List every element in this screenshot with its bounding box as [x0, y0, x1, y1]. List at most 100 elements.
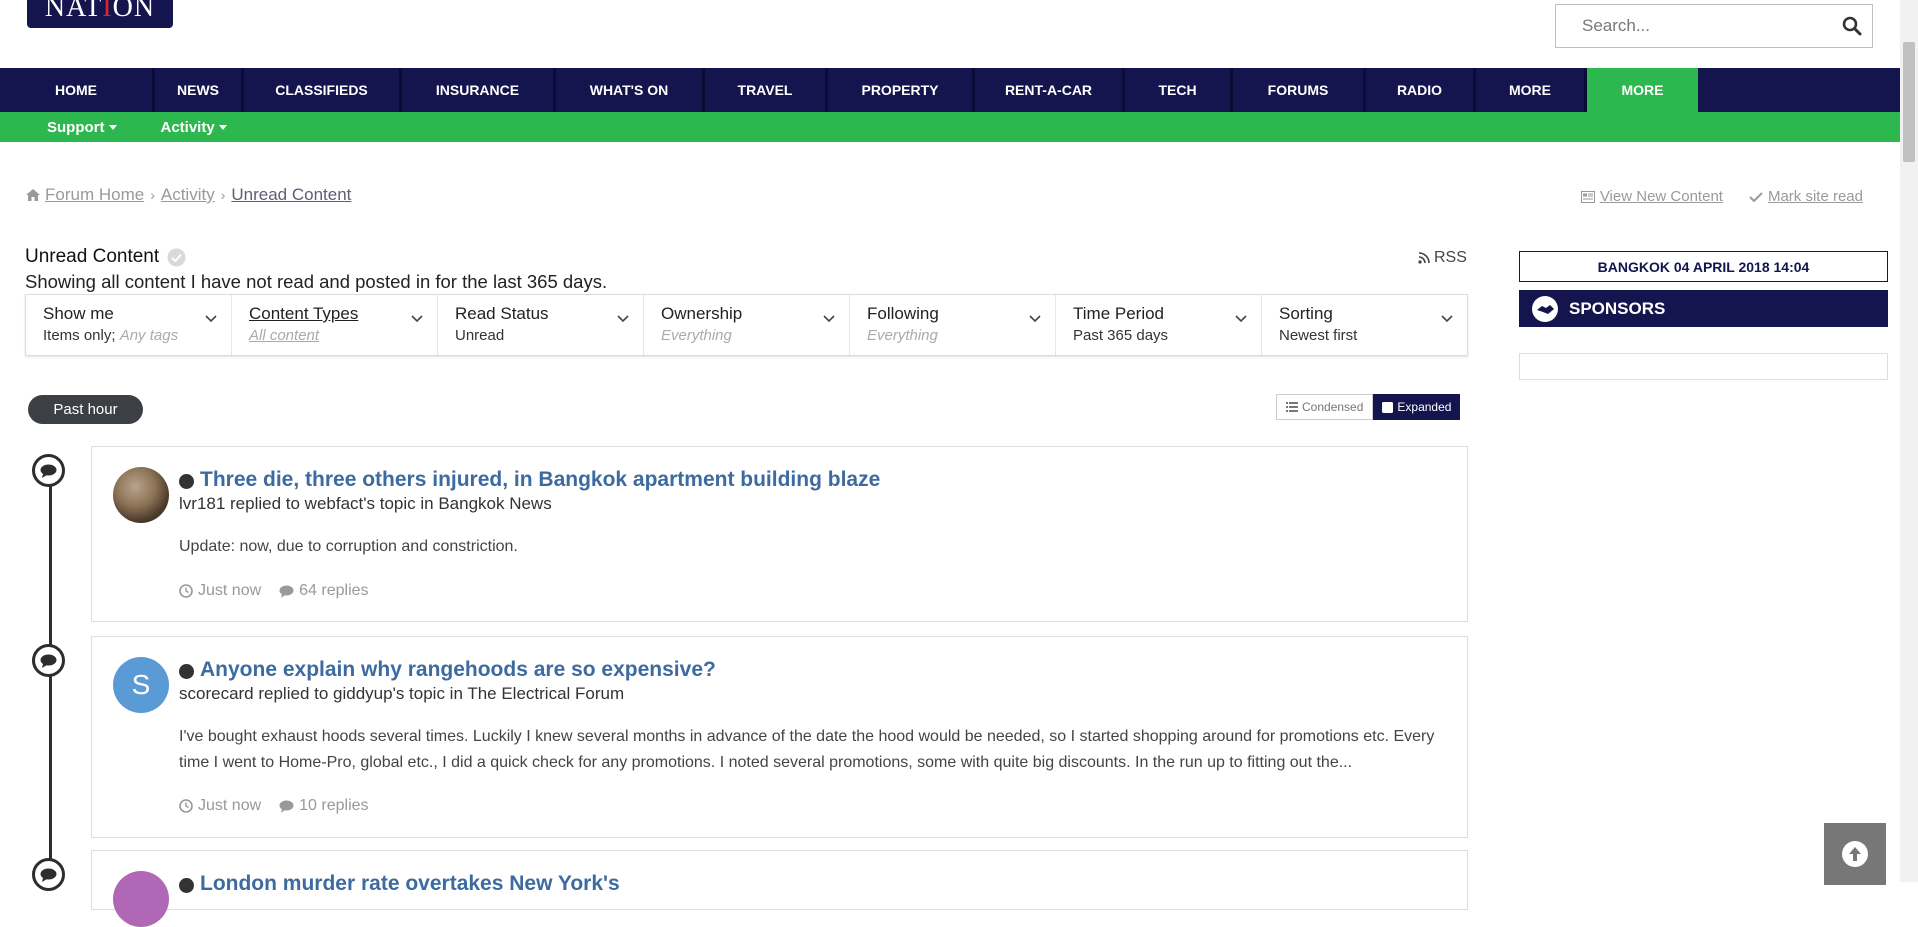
- nav-item-property[interactable]: PROPERTY: [828, 68, 975, 112]
- filter-content-types[interactable]: Content Types All content: [232, 295, 438, 355]
- scrollbar-thumb[interactable]: [1903, 42, 1915, 162]
- subnav-item-activity[interactable]: Activity: [117, 112, 227, 142]
- post-title: Anyone explain why rangehoods are so exp…: [179, 658, 716, 682]
- time-group-badge: Past hour: [28, 395, 143, 424]
- sponsor-box: [1519, 353, 1888, 380]
- post-title: Three die, three others injured, in Bang…: [179, 468, 880, 492]
- filter-title: Sorting: [1279, 304, 1333, 323]
- post-replies[interactable]: 10 replies: [279, 797, 369, 815]
- subnav-item-support[interactable]: Support: [0, 112, 117, 142]
- logo-text: NAT: [44, 0, 103, 23]
- filter-bar: Show me Items only; Any tags Content Typ…: [25, 294, 1468, 356]
- nav-item-more-active[interactable]: MORE: [1587, 68, 1698, 112]
- post-footer: Just now 64 replies: [179, 582, 369, 600]
- post-time: Just now: [179, 582, 261, 600]
- timeline-comment-icon: [32, 644, 65, 677]
- filter-following[interactable]: Following Everything: [850, 295, 1056, 355]
- caret-down-icon: [218, 124, 227, 130]
- view-condensed-button[interactable]: Condensed: [1276, 394, 1374, 420]
- comment-icon: [279, 585, 294, 598]
- nav-item-classifieds[interactable]: CLASSIFIEDS: [244, 68, 402, 112]
- sub-nav: Support Activity: [0, 112, 1900, 142]
- page-title: Unread Content: [25, 246, 186, 268]
- filter-show-me[interactable]: Show me Items only; Any tags: [26, 295, 232, 355]
- nav-item-tech[interactable]: TECH: [1125, 68, 1233, 112]
- mark-site-read-label: Mark site read: [1767, 188, 1863, 205]
- page-title-text: Unread Content: [25, 246, 160, 267]
- filter-read-status[interactable]: Read Status Unread: [438, 295, 644, 355]
- page-description: Showing all content I have not read and …: [25, 271, 608, 292]
- chevron-right-icon: ›: [150, 187, 155, 203]
- check-circle-icon[interactable]: [167, 248, 186, 267]
- view-new-content-link[interactable]: View New Content: [1580, 188, 1723, 205]
- chevron-down-icon: [205, 315, 217, 323]
- view-expanded-button[interactable]: Expanded: [1373, 394, 1461, 420]
- chevron-down-icon: [1235, 315, 1247, 323]
- post-snippet: I've bought exhaust hoods several times.…: [179, 728, 1435, 771]
- site-logo[interactable]: NAT I ON: [27, 0, 173, 28]
- arrow-up-circle-icon: [1842, 841, 1868, 867]
- nav-item-more[interactable]: MORE: [1476, 68, 1587, 112]
- nav-item-insurance[interactable]: INSURANCE: [402, 68, 556, 112]
- chevron-down-icon: [1029, 315, 1041, 323]
- avatar-letter: S: [131, 669, 151, 700]
- logo-text-accent: I: [102, 0, 113, 23]
- filter-title: Following: [867, 304, 939, 323]
- filter-sorting[interactable]: Sorting Newest first: [1262, 295, 1467, 355]
- post-meta: lvr181 replied to webfact's topic in Ban…: [179, 494, 552, 513]
- unread-dot-icon: [179, 474, 194, 489]
- clock-icon: [179, 584, 193, 598]
- clock-icon: [179, 799, 193, 813]
- post-snippet: Update: now, due to corruption and const…: [179, 538, 518, 555]
- timeline-comment-icon: [32, 858, 65, 891]
- search-input[interactable]: [1556, 6, 1832, 46]
- top-actions: View New Content Mark site read: [1580, 188, 1863, 205]
- post-replies[interactable]: 64 replies: [279, 582, 369, 600]
- mark-site-read-link[interactable]: Mark site read: [1749, 188, 1863, 205]
- post-title-link[interactable]: Anyone explain why rangehoods are so exp…: [200, 658, 716, 682]
- filter-time-period[interactable]: Time Period Past 365 days: [1056, 295, 1262, 355]
- breadcrumb-unread-content[interactable]: Unread Content: [231, 185, 351, 205]
- post-meta: scorecard replied to giddyup's topic in …: [179, 684, 625, 703]
- filter-value-muted: Everything: [661, 327, 732, 344]
- filter-title: Content Types: [249, 304, 359, 323]
- sponsors-header: SPONSORS: [1519, 290, 1888, 327]
- view-expanded-label: Expanded: [1397, 400, 1452, 414]
- nav-item-rent-a-car[interactable]: RENT-A-CAR: [975, 68, 1125, 112]
- avatar[interactable]: S: [113, 657, 169, 713]
- filter-value: Unread: [455, 327, 505, 344]
- comment-icon: [279, 800, 294, 813]
- nav-item-radio[interactable]: RADIO: [1366, 68, 1476, 112]
- nav-item-news[interactable]: NEWS: [155, 68, 244, 112]
- back-to-top-button[interactable]: [1824, 823, 1886, 885]
- filter-title: Time Period: [1073, 304, 1165, 323]
- avatar[interactable]: [113, 467, 169, 523]
- view-toggle: Condensed Expanded: [1276, 394, 1461, 420]
- post-replies-label: 64 replies: [299, 582, 369, 599]
- breadcrumb-forum-home[interactable]: Forum Home: [45, 185, 144, 205]
- unread-dot-icon: [179, 878, 194, 893]
- avatar[interactable]: [113, 871, 169, 927]
- breadcrumb-activity[interactable]: Activity: [161, 185, 215, 205]
- rss-link[interactable]: RSS: [1418, 249, 1467, 267]
- subnav-label: Support: [47, 118, 105, 136]
- nav-item-whats-on[interactable]: WHAT'S ON: [556, 68, 705, 112]
- scrollbar[interactable]: [1900, 0, 1918, 882]
- post-title-link[interactable]: Three die, three others injured, in Bang…: [200, 468, 880, 492]
- filter-ownership[interactable]: Ownership Everything: [644, 295, 850, 355]
- chevron-down-icon: [411, 315, 423, 323]
- home-icon: [26, 189, 40, 201]
- subnav-label: Activity: [160, 118, 215, 136]
- post-replies-label: 10 replies: [299, 797, 369, 814]
- chevron-down-icon: [823, 315, 835, 323]
- nav-item-home[interactable]: HOME: [0, 68, 155, 112]
- nav-item-forums[interactable]: FORUMS: [1233, 68, 1366, 112]
- filter-value-muted: All content: [249, 327, 320, 344]
- check-icon: [1749, 191, 1763, 202]
- newspaper-icon: [1580, 190, 1595, 203]
- post-title-link[interactable]: London murder rate overtakes New York's: [200, 872, 620, 896]
- handshake-icon: [1532, 295, 1558, 322]
- post-footer: Just now 10 replies: [179, 797, 369, 815]
- nav-item-travel[interactable]: TRAVEL: [705, 68, 828, 112]
- search-icon[interactable]: [1832, 6, 1872, 46]
